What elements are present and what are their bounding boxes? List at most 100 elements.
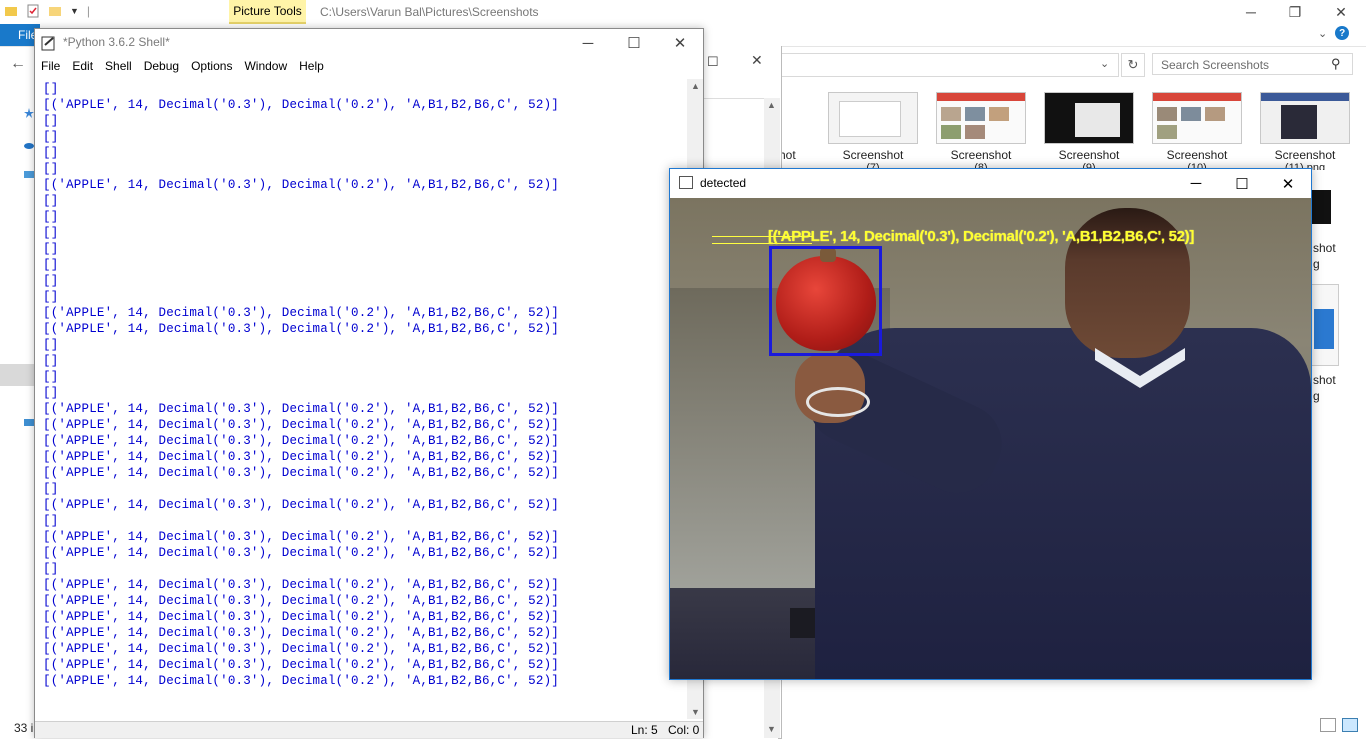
window-title-path: C:\Users\Varun Bal\Pictures\Screenshots: [320, 5, 539, 19]
address-bar[interactable]: [780, 53, 1119, 77]
shell-output-line: [('APPLE', 14, Decimal('0.3'), Decimal('…: [43, 610, 559, 624]
menu-help[interactable]: Help: [293, 57, 330, 77]
file-thumbnail[interactable]: Screenshot (9): [1043, 92, 1135, 170]
close-icon: ✕: [1281, 175, 1295, 193]
help-icon[interactable]: ?: [1335, 26, 1350, 40]
shell-output-line: [('APPLE', 14, Decimal('0.3'), Decimal('…: [43, 626, 559, 640]
file-thumbnail[interactable]: Screenshot (8): [935, 92, 1027, 170]
file-name-partial: g: [1313, 257, 1320, 271]
file-name: Screenshot: [1166, 148, 1228, 162]
shell-output-line: []: [43, 82, 59, 96]
shell-output-line: []: [43, 386, 59, 400]
file-name-partial: shot: [1313, 373, 1336, 387]
shell-output-line: [('APPLE', 14, Decimal('0.3'), Decimal('…: [43, 178, 559, 192]
shell-output-line: [('APPLE', 14, Decimal('0.3'), Decimal('…: [43, 306, 559, 320]
window-title: *Python 3.6.2 Shell*: [63, 35, 170, 49]
view-switcher: [1320, 718, 1358, 732]
explorer-titlebar: [0, 0, 1366, 24]
minimize-button[interactable]: ─: [1228, 0, 1274, 24]
search-input[interactable]: Search Screenshots: [1152, 53, 1353, 75]
minimize-icon: ─: [1246, 4, 1256, 20]
star-icon[interactable]: [24, 108, 34, 118]
shell-output-line: [('APPLE', 14, Decimal('0.3'), Decimal('…: [43, 402, 559, 416]
menu-options[interactable]: Options: [185, 57, 238, 77]
shell-output-line: [('APPLE', 14, Decimal('0.3'), Decimal('…: [43, 466, 559, 480]
shell-output-line: [('APPLE', 14, Decimal('0.3'), Decimal('…: [43, 530, 559, 544]
close-icon: ✕: [673, 35, 687, 52]
chevron-down-icon[interactable]: ▼: [70, 6, 79, 16]
restore-button[interactable]: ❐: [1272, 0, 1318, 24]
file-thumbnail[interactable]: Screenshot (11).png: [1259, 92, 1351, 170]
quick-access-toolbar: ▼ |: [4, 4, 90, 18]
thumbnail-image: [1260, 92, 1350, 144]
nav-item-selected[interactable]: [0, 364, 34, 386]
detected-titlebar: detected ─ ☐ ✕: [670, 169, 1311, 198]
tab-picture-tools[interactable]: Picture Tools: [229, 0, 306, 24]
scroll-up-icon[interactable]: ▲: [767, 100, 776, 110]
thumbnail-image: [828, 92, 918, 144]
scroll-up-icon[interactable]: ▲: [691, 81, 700, 91]
menu-bar: File Edit Shell Debug Options Window Hel…: [35, 57, 703, 77]
shell-output-line: [('APPLE', 14, Decimal('0.3'), Decimal('…: [43, 578, 559, 592]
network-icon[interactable]: [24, 418, 34, 428]
shell-output-line: [('APPLE', 14, Decimal('0.3'), Decimal('…: [43, 98, 559, 112]
shell-output-line: []: [43, 210, 59, 224]
new-folder-icon[interactable]: [48, 4, 62, 18]
shell-output-line: []: [43, 226, 59, 240]
refresh-button[interactable]: ↻: [1121, 53, 1145, 77]
file-thumbnail[interactable]: Screenshot (7): [827, 92, 919, 170]
thumbnail-image: [1152, 92, 1242, 144]
shell-output-line: [('APPLE', 14, Decimal('0.3'), Decimal('…: [43, 594, 559, 608]
search-icon[interactable]: ⚲: [1331, 56, 1341, 72]
shell-output-line: [('APPLE', 14, Decimal('0.3'), Decimal('…: [43, 418, 559, 432]
shell-titlebar: *Python 3.6.2 Shell* ─ ☐ ✕: [35, 29, 703, 57]
menu-file[interactable]: File: [35, 57, 66, 77]
maximize-button[interactable]: ☐: [611, 29, 657, 57]
properties-icon[interactable]: [26, 4, 40, 18]
maximize-button[interactable]: ☐: [1219, 169, 1265, 198]
detection-label: [('APPLE', 14, Decimal('0.3'), Decimal('…: [768, 228, 1195, 245]
details-view-icon[interactable]: [1320, 718, 1336, 732]
menu-edit[interactable]: Edit: [66, 57, 99, 77]
maximize-icon[interactable]: ☐: [707, 54, 719, 70]
file-thumbnail[interactable]: Screenshot (10): [1151, 92, 1243, 170]
ribbon-controls: ⌄ ?: [1318, 26, 1350, 40]
menu-shell[interactable]: Shell: [99, 57, 138, 77]
close-button[interactable]: ✕: [1265, 169, 1311, 198]
menu-window[interactable]: Window: [238, 57, 293, 77]
file-name-partial: shot: [1313, 241, 1336, 255]
folder-icon[interactable]: [4, 4, 18, 18]
shell-output-line: [('APPLE', 14, Decimal('0.3'), Decimal('…: [43, 674, 559, 688]
scroll-down-icon[interactable]: ▼: [767, 724, 776, 734]
shell-output-line: []: [43, 194, 59, 208]
python-shell-window: *Python 3.6.2 Shell* ─ ☐ ✕ File Edit She…: [34, 28, 704, 738]
onedrive-icon[interactable]: [24, 140, 34, 150]
close-button[interactable]: ✕: [1318, 0, 1364, 24]
shell-output-line: []: [43, 114, 59, 128]
back-arrow-icon[interactable]: ←: [10, 55, 26, 73]
maximize-icon: ☐: [627, 35, 641, 52]
large-icons-view-icon[interactable]: [1342, 718, 1358, 732]
status-bar: Ln: 5 Col: 0: [35, 721, 703, 738]
shell-output-line: []: [43, 562, 59, 576]
shell-output-line: []: [43, 514, 59, 528]
chevron-down-icon[interactable]: ⌄: [1318, 27, 1327, 40]
scroll-down-icon[interactable]: ▼: [691, 707, 700, 717]
detected-window: detected ─ ☐ ✕ [('APPLE', 14, Decimal('0…: [669, 168, 1312, 680]
shell-output-line: []: [43, 130, 59, 144]
shell-output[interactable]: [] [('APPLE', 14, Decimal('0.3'), Decimal…: [35, 79, 685, 719]
minimize-button[interactable]: ─: [565, 29, 611, 57]
minimize-button[interactable]: ─: [1173, 169, 1219, 198]
close-icon[interactable]: ✕: [751, 52, 763, 69]
shell-output-line: []: [43, 242, 59, 256]
close-icon: ✕: [1335, 3, 1347, 20]
shell-output-line: []: [43, 258, 59, 272]
thumbnail-image: [1311, 190, 1331, 224]
detection-bounding-box: [769, 246, 882, 356]
chevron-down-icon[interactable]: ⌄: [1100, 57, 1109, 70]
minimize-icon: ─: [1190, 175, 1202, 192]
close-button[interactable]: ✕: [657, 29, 703, 57]
menu-debug[interactable]: Debug: [138, 57, 185, 77]
shell-output-line: [('APPLE', 14, Decimal('0.3'), Decimal('…: [43, 322, 559, 336]
computer-icon[interactable]: [24, 170, 34, 180]
